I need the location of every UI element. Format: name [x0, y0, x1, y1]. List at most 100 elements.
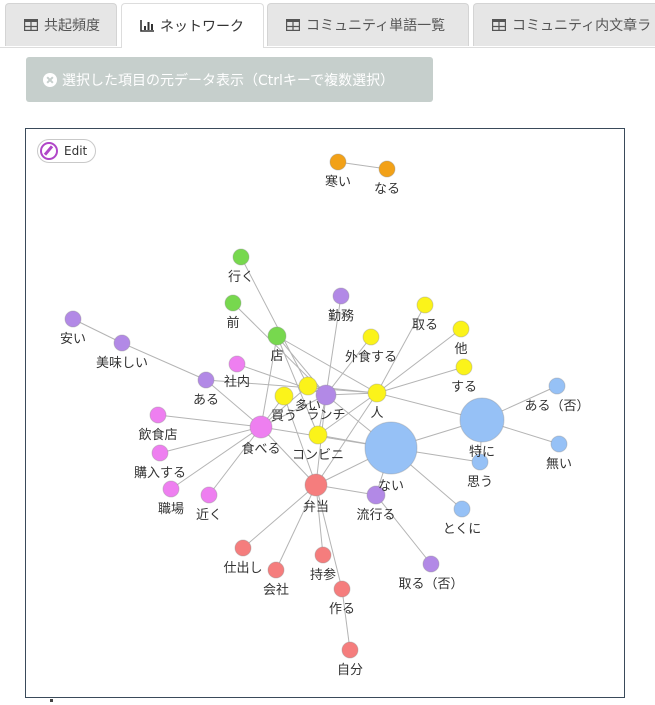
network-node[interactable] — [314, 546, 332, 564]
network-node-label: 人 — [370, 406, 383, 421]
network-node[interactable] — [149, 406, 167, 424]
bar-chart-icon — [140, 20, 154, 32]
network-node[interactable] — [113, 334, 131, 352]
network-node[interactable] — [298, 376, 318, 396]
scroll-marker — [50, 699, 53, 702]
network-node[interactable] — [333, 580, 351, 598]
network-node-label: 思う — [467, 475, 493, 490]
network-node[interactable] — [249, 415, 273, 439]
network-node[interactable] — [64, 310, 82, 328]
show-source-data-label: 選択した項目の元データ表示（Ctrlキーで複数選択） — [62, 72, 395, 89]
network-edge — [275, 484, 317, 571]
network-node-label: 取る — [412, 318, 438, 333]
network-node[interactable] — [364, 421, 418, 475]
tab-community-words[interactable]: コミュニティ単語一覧 — [267, 3, 469, 46]
network-node[interactable] — [200, 486, 218, 504]
edit-button[interactable]: Edit — [37, 139, 97, 163]
network-node-label: 取る（否） — [398, 577, 463, 592]
network-node[interactable] — [308, 425, 328, 445]
network-node-label: 自分 — [337, 663, 363, 678]
network-node[interactable] — [267, 561, 285, 579]
network-panel: 寒い なる 行く前店安い 美味しい ある 勤務 ランチ 流行る 取る（否） 社内 飲食店 食べる 購入す… — [25, 128, 625, 698]
network-edge — [157, 414, 262, 428]
network-node-label: 多い — [295, 398, 321, 414]
network-node-label: 仕出し — [223, 561, 262, 576]
network-node[interactable] — [162, 480, 180, 498]
table-icon — [24, 19, 38, 31]
network-node-label: 流行る — [356, 508, 395, 523]
network-node-label: 買う — [271, 409, 297, 424]
network-node-label: 作る — [329, 602, 355, 617]
pencil-circle-icon — [40, 142, 58, 160]
edit-label: Edit — [64, 144, 88, 158]
network-edge — [375, 494, 432, 565]
network-node[interactable] — [274, 386, 294, 406]
network-node-label: 職場 — [158, 502, 184, 517]
network-node-label: ない — [378, 479, 404, 494]
network-graph[interactable]: 寒い なる行く前店安い美味しいある勤務ランチ流行る取る（否）社内飲食店食べる購入す… — [26, 129, 624, 697]
network-edge — [242, 484, 317, 549]
table-icon — [286, 19, 300, 31]
network-node-label: 購入する — [134, 466, 186, 481]
tab-cooccurrence-frequency[interactable]: 共起頻度 — [5, 3, 117, 46]
network-node-label: 飲食店 — [138, 427, 177, 443]
network-node[interactable] — [341, 641, 359, 659]
network-node[interactable] — [452, 320, 470, 338]
network-node-label: 寒い — [325, 174, 351, 190]
network-node-label: 他 — [454, 342, 467, 357]
network-node[interactable] — [197, 371, 215, 389]
network-node[interactable] — [267, 326, 287, 346]
network-node[interactable] — [416, 296, 434, 314]
tab-label: コミュニティ単語一覧 — [306, 18, 446, 34]
network-node[interactable] — [548, 377, 566, 395]
network-node-label: 前 — [226, 315, 239, 331]
network-node-label: 社内 — [224, 374, 250, 390]
network-node-label: 勤務 — [328, 309, 354, 324]
network-node[interactable] — [224, 294, 242, 312]
network-node-label: 安い — [60, 332, 86, 347]
network-node-label: コンビニ — [292, 448, 344, 463]
network-node-label: 無い — [546, 457, 572, 472]
network-node[interactable] — [151, 444, 169, 462]
network-node[interactable] — [367, 383, 387, 403]
network-node-label: 食べる — [241, 441, 280, 457]
network-node-label: とくに — [443, 522, 482, 537]
tab-label: 共起頻度 — [44, 18, 100, 34]
network-node-label: 近く — [196, 508, 222, 523]
network-node-label: 行く — [228, 270, 254, 285]
tab-label: コミュニティ内文章ラ — [512, 18, 652, 34]
network-node[interactable] — [234, 539, 252, 557]
tab-community-sentences[interactable]: コミュニティ内文章ラ — [473, 3, 655, 46]
network-node-label: ある（否） — [524, 399, 589, 414]
network-node-label: 弁当 — [303, 500, 329, 515]
show-source-data-button[interactable]: 選択した項目の元データ表示（Ctrlキーで複数選択） — [26, 57, 433, 102]
network-node[interactable] — [329, 153, 347, 171]
network-node-label: 会社 — [263, 582, 289, 598]
network-node[interactable] — [455, 358, 473, 376]
network-node-label: ある — [193, 393, 219, 408]
network-node-label: 外食する — [345, 349, 397, 365]
network-node-label: 美味しい — [96, 356, 148, 371]
network-node[interactable] — [304, 473, 328, 497]
network-node-label: なる — [374, 182, 400, 197]
network-node[interactable] — [378, 160, 396, 178]
table-icon — [492, 19, 506, 31]
nodes: 寒い なる行く前店安い美味しいある勤務ランチ流行る取る（否）社内飲食店食べる購入す… — [60, 153, 590, 678]
tab-bar: 共起頻度 ネットワーク コミュニティ単語一覧 コミュニティ内文章ラ — [0, 0, 655, 48]
network-node-label: 特に — [469, 445, 495, 460]
network-node[interactable] — [453, 500, 471, 518]
network-node[interactable] — [362, 328, 380, 346]
tab-network[interactable]: ネットワーク — [121, 3, 264, 48]
network-edge — [208, 426, 262, 496]
tab-label: ネットワーク — [160, 19, 244, 35]
network-node-label: 持参 — [310, 567, 336, 583]
network-node-label: 店 — [270, 349, 283, 364]
network-node[interactable] — [422, 555, 440, 573]
network-node[interactable] — [228, 355, 246, 373]
network-node[interactable] — [550, 435, 568, 453]
network-node[interactable] — [232, 248, 250, 266]
network-node[interactable] — [332, 287, 350, 305]
network-node[interactable] — [459, 397, 505, 443]
network-edge — [341, 588, 351, 651]
close-circle-icon — [43, 72, 57, 87]
